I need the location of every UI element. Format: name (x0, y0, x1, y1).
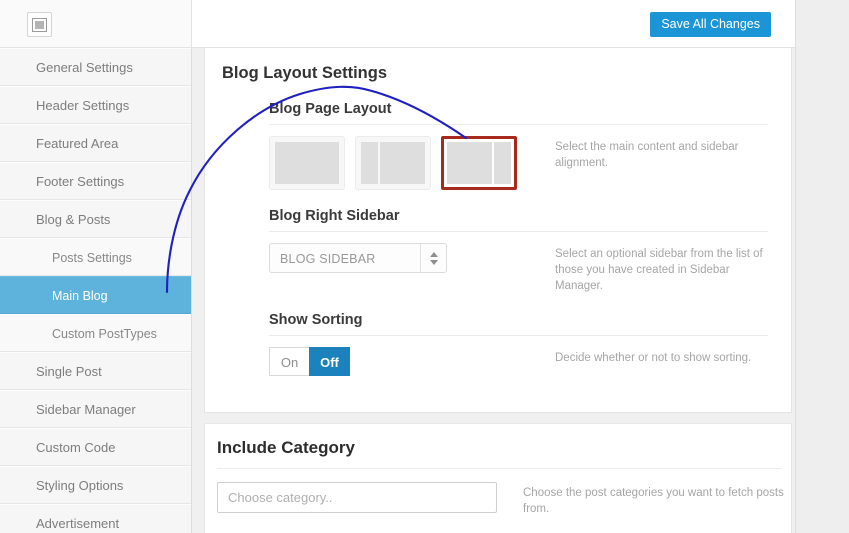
layout-option-right-sidebar[interactable] (441, 136, 517, 190)
thumb-main-block (447, 142, 492, 184)
blog-page-layout-description: Select the main content and sidebar alig… (555, 141, 739, 169)
thumb-main-block (275, 142, 339, 184)
sidebar-item-footer-settings[interactable]: Footer Settings (0, 162, 191, 200)
chevron-down-icon (429, 259, 438, 265)
sidebar-item-label: Custom Code (36, 440, 116, 455)
sidebar-item-label: Featured Area (36, 136, 119, 151)
show-sorting-on-button[interactable]: On (269, 347, 310, 376)
sidebar-item-label: Main Blog (52, 289, 108, 303)
include-category-panel: Include Category Choose the post categor… (204, 423, 792, 533)
sidebar-item-custom-code[interactable]: Custom Code (0, 428, 191, 466)
layout-toggle-icon[interactable] (27, 12, 52, 37)
sidebar-item-single-post[interactable]: Single Post (0, 352, 191, 390)
blog-right-sidebar-label: Blog Right Sidebar (269, 208, 400, 224)
sidebar-nav[interactable]: General Settings Header Settings Feature… (0, 48, 192, 533)
right-gutter (795, 0, 849, 533)
sidebar-item-label: Header Settings (36, 98, 130, 113)
sidebar-item-label: Custom PostTypes (52, 327, 157, 341)
show-sorting-off-button[interactable]: Off (309, 347, 350, 376)
sidebar-item-advertisement[interactable]: Advertisement (0, 504, 191, 533)
save-all-changes-button[interactable]: Save All Changes (650, 12, 771, 37)
blog-page-layout-field: Blog Page Layout Select the main content… (205, 83, 791, 190)
sidebar-item-general-settings[interactable]: General Settings (0, 48, 191, 86)
include-category-heading: Include Category (217, 438, 355, 457)
post-order-heading: Post Order (205, 517, 791, 533)
sidebar-item-main-blog[interactable]: Main Blog (0, 276, 191, 314)
top-bar: Save All Changes (0, 0, 795, 48)
sidebar-item-label: Advertisement (36, 516, 120, 531)
show-sorting-field: Show Sorting On Off Decide whether or no… (205, 294, 791, 376)
sidebar-item-label: Posts Settings (52, 251, 132, 265)
sidebar-item-label: Sidebar Manager (36, 402, 136, 417)
sidebar-item-header-settings[interactable]: Header Settings (0, 86, 191, 124)
show-sorting-label: Show Sorting (269, 312, 363, 328)
top-bar-left-section (0, 0, 192, 48)
blog-sidebar-select-value: BLOG SIDEBAR (280, 252, 376, 266)
sidebar-item-posts-settings[interactable]: Posts Settings (0, 238, 191, 276)
show-sorting-description: Decide whether or not to show sorting. (555, 352, 752, 364)
thumb-sidebar-block (494, 142, 511, 184)
layout-option-group[interactable] (269, 136, 545, 190)
show-sorting-toggle[interactable]: On Off (269, 347, 545, 376)
sidebar-item-label: Styling Options (36, 478, 124, 493)
blog-right-sidebar-field: Blog Right Sidebar BLOG SIDEBAR Select a… (205, 190, 791, 294)
sidebar-item-label: Blog & Posts (36, 212, 111, 227)
chevron-up-icon (429, 251, 438, 257)
page-title: Blog Layout Settings (222, 64, 387, 82)
sidebar-item-sidebar-manager[interactable]: Sidebar Manager (0, 390, 191, 428)
sidebar-item-label: Single Post (36, 364, 102, 379)
blog-sidebar-select[interactable]: BLOG SIDEBAR (269, 243, 447, 273)
sidebar-item-custom-posttypes[interactable]: Custom PostTypes (0, 314, 191, 352)
blog-page-layout-label: Blog Page Layout (269, 101, 392, 117)
choose-category-input[interactable] (217, 482, 497, 513)
sidebar-item-featured-area[interactable]: Featured Area (0, 124, 191, 162)
sidebar-item-label: Footer Settings (36, 174, 125, 189)
include-category-description: Choose the post categories you want to f… (523, 487, 784, 515)
layout-option-left-sidebar[interactable] (355, 136, 431, 190)
sidebar-item-styling-options[interactable]: Styling Options (0, 466, 191, 504)
thumb-main-block (380, 142, 425, 184)
select-stepper-icon[interactable] (420, 244, 446, 272)
sidebar-item-label: General Settings (36, 60, 133, 75)
app-root: Save All Changes General Settings Header… (0, 0, 849, 533)
sidebar-item-blog-and-posts[interactable]: Blog & Posts (0, 200, 191, 238)
layout-toggle-glyph (32, 17, 47, 32)
layout-option-full-width[interactable] (269, 136, 345, 190)
blog-layout-settings-panel: Blog Layout Settings Blog Page Layout Se… (204, 48, 792, 413)
thumb-sidebar-block (361, 142, 378, 184)
blog-right-sidebar-description: Select an optional sidebar from the list… (555, 248, 763, 292)
main-content: Blog Layout Settings Blog Page Layout Se… (192, 48, 795, 533)
